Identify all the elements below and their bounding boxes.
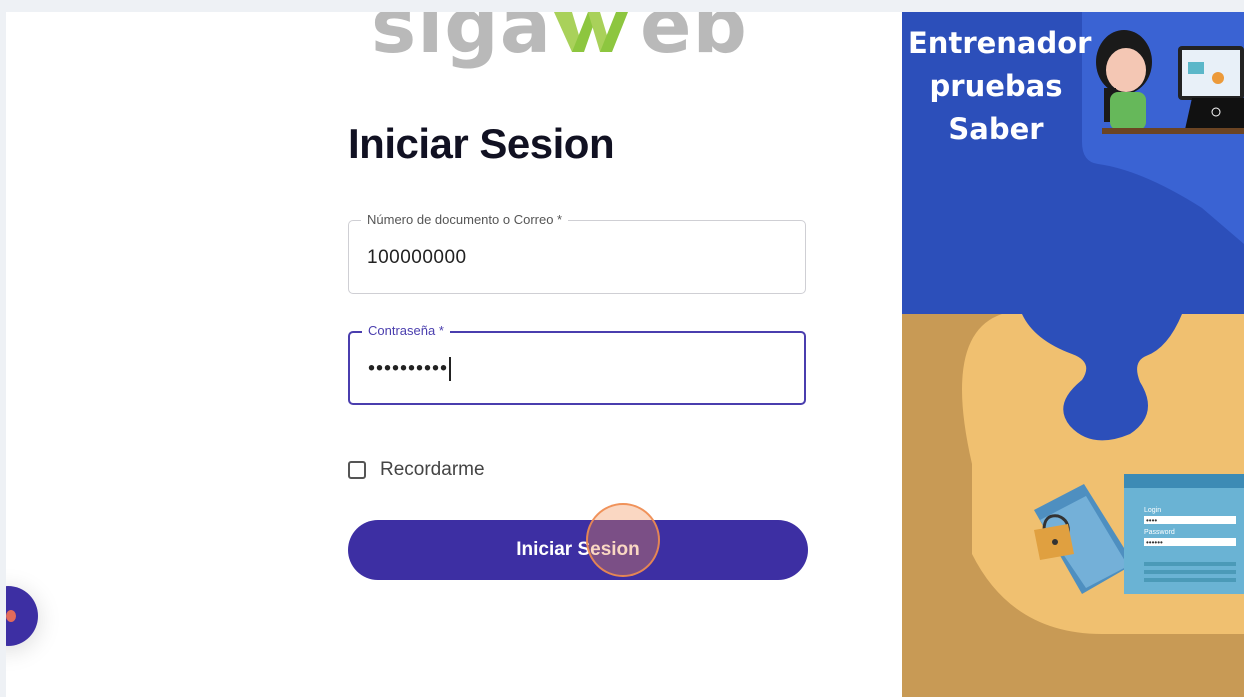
screen-login-label: Login [1144, 507, 1161, 514]
banner-top-panel: Entrenador pruebas Saber [902, 12, 1244, 314]
text-caret [449, 357, 451, 381]
password-masked-text: •••••••••• [368, 357, 449, 380]
logo-text-eb: eb [639, 12, 748, 70]
banner-heading-line-2: pruebas [929, 69, 1063, 103]
login-button[interactable]: Iniciar Sesion [348, 520, 808, 580]
login-page: siga eb Iniciar Sesion Número de documen… [6, 12, 1244, 697]
document-field[interactable]: Número de documento o Correo * 100000000 [348, 212, 806, 294]
floating-chat-button[interactable] [6, 586, 38, 646]
remember-label: Recordarme [380, 459, 485, 480]
screen-password-dots: •••••• [1146, 538, 1163, 547]
chat-badge-icon [6, 610, 16, 622]
document-field-value[interactable]: 100000000 [367, 247, 467, 269]
remember-me[interactable]: Recordarme [348, 459, 485, 481]
banner-heading-line-3: Saber [948, 112, 1044, 146]
logo-w-icon [553, 12, 628, 52]
password-field-label: Contraseña * [362, 323, 450, 338]
banner-heading: Entrenador pruebas Saber [908, 22, 1092, 151]
logo-text-siga: siga [371, 12, 552, 70]
password-field-value[interactable]: •••••••••• [368, 357, 451, 381]
banner-bottom-panel: Login •••• Password •••••• [902, 314, 1244, 697]
promo-banner: Entrenador pruebas Saber Login •••• Pass… [902, 12, 1244, 697]
screen-password-label: Password [1144, 529, 1175, 536]
screen-login-dots: •••• [1146, 516, 1157, 525]
page-title: Iniciar Sesion [348, 120, 615, 167]
document-field-label: Número de documento o Correo * [361, 212, 569, 227]
remember-checkbox[interactable] [348, 461, 366, 479]
banner-heading-line-1: Entrenador [908, 26, 1092, 60]
banner-login-illustration: Login •••• Password •••••• [962, 314, 1244, 634]
password-field[interactable]: Contraseña * •••••••••• [348, 323, 806, 405]
sigaweb-logo: siga eb [371, 12, 748, 70]
